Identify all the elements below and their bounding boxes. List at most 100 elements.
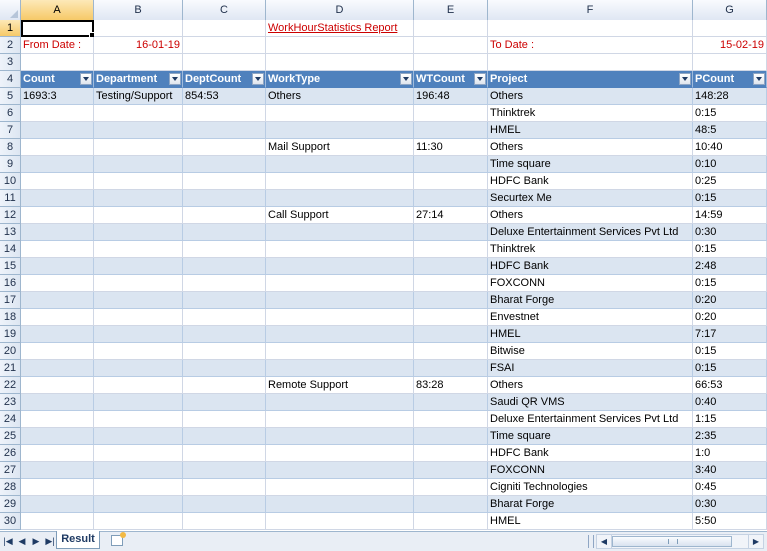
cell-d[interactable]	[266, 360, 414, 377]
cell-d[interactable]	[266, 479, 414, 496]
cell-g[interactable]: 3:40	[693, 462, 767, 479]
autofilter-dropdown-icon[interactable]	[753, 73, 765, 85]
cell-d[interactable]	[266, 513, 414, 530]
column-header-a[interactable]: A	[21, 0, 94, 20]
cell-f[interactable]: FOXCONN	[488, 275, 693, 292]
row-header[interactable]: 14	[0, 241, 21, 258]
cell-e[interactable]	[414, 462, 488, 479]
cell-c[interactable]	[183, 479, 266, 496]
cell-a[interactable]	[21, 343, 94, 360]
row-header[interactable]: 24	[0, 411, 21, 428]
cell-a[interactable]	[21, 496, 94, 513]
cell-b[interactable]	[94, 462, 183, 479]
scroll-left-icon[interactable]: ◀	[597, 535, 612, 548]
cell-d[interactable]	[266, 190, 414, 207]
cell-b[interactable]	[94, 105, 183, 122]
cell-a[interactable]	[21, 54, 94, 71]
cell-c[interactable]	[183, 207, 266, 224]
sheet-tab-result[interactable]: Result	[56, 531, 100, 549]
cell-b[interactable]	[94, 292, 183, 309]
last-sheet-icon[interactable]: ▶|	[44, 535, 56, 548]
cell-f[interactable]: Bharat Forge	[488, 292, 693, 309]
cell-e[interactable]	[414, 190, 488, 207]
cell-g[interactable]: 0:15	[693, 105, 767, 122]
autofilter-dropdown-icon[interactable]	[169, 73, 181, 85]
cell-e[interactable]	[414, 496, 488, 513]
cell-a[interactable]	[21, 190, 94, 207]
first-sheet-icon[interactable]: |◀	[2, 535, 14, 548]
cell-e[interactable]	[414, 20, 488, 37]
cell-b[interactable]	[94, 360, 183, 377]
cell-c[interactable]	[183, 139, 266, 156]
cell-f[interactable]: Cigniti Technologies	[488, 479, 693, 496]
row-header[interactable]: 10	[0, 173, 21, 190]
row-header[interactable]: 16	[0, 275, 21, 292]
cell-d[interactable]	[266, 445, 414, 462]
cell-b[interactable]	[94, 411, 183, 428]
cell-g[interactable]: 0:25	[693, 173, 767, 190]
cell-f[interactable]: Saudi QR VMS	[488, 394, 693, 411]
table-header-pcount[interactable]: PCount	[693, 71, 767, 88]
cell-e[interactable]	[414, 122, 488, 139]
row-header[interactable]: 21	[0, 360, 21, 377]
row-header[interactable]: 22	[0, 377, 21, 394]
from-date-value[interactable]: 16-01-19	[94, 37, 183, 54]
column-header-e[interactable]: E	[414, 0, 488, 20]
cell-e[interactable]	[414, 445, 488, 462]
cell-e[interactable]	[414, 309, 488, 326]
scroll-right-icon[interactable]: ▶	[748, 535, 763, 548]
cell-d[interactable]: Others	[266, 88, 414, 105]
cell-a[interactable]	[21, 275, 94, 292]
cell-c[interactable]	[183, 122, 266, 139]
cell-c[interactable]	[183, 326, 266, 343]
cell-f[interactable]: HDFC Bank	[488, 258, 693, 275]
cell-b[interactable]	[94, 377, 183, 394]
cell-d[interactable]	[266, 496, 414, 513]
cell-c[interactable]	[183, 462, 266, 479]
insert-worksheet-button[interactable]	[103, 532, 133, 549]
cell-g[interactable]: 1:0	[693, 445, 767, 462]
cell-c[interactable]	[183, 309, 266, 326]
row-header[interactable]: 1	[0, 20, 21, 37]
cell-a[interactable]	[21, 462, 94, 479]
cell-d[interactable]	[266, 241, 414, 258]
cell-c[interactable]	[183, 394, 266, 411]
cell-b[interactable]	[94, 258, 183, 275]
row-header[interactable]: 8	[0, 139, 21, 156]
cell-e[interactable]: 83:28	[414, 377, 488, 394]
cell-d[interactable]	[266, 173, 414, 190]
from-date-label[interactable]: From Date :	[21, 37, 94, 54]
cell-f[interactable]: Envestnet	[488, 309, 693, 326]
cell-a[interactable]	[21, 207, 94, 224]
cell-a[interactable]	[21, 326, 94, 343]
cell-a[interactable]	[21, 377, 94, 394]
cell-a[interactable]	[21, 411, 94, 428]
prev-sheet-icon[interactable]: ◀	[16, 535, 28, 548]
row-header[interactable]: 5	[0, 88, 21, 105]
cell-b[interactable]	[94, 241, 183, 258]
row-header[interactable]: 6	[0, 105, 21, 122]
next-sheet-icon[interactable]: ▶	[30, 535, 42, 548]
cell-f[interactable]: Time square	[488, 156, 693, 173]
cell-g[interactable]: 10:40	[693, 139, 767, 156]
cell-f[interactable]: Thinktrek	[488, 105, 693, 122]
cell-f[interactable]: HMEL	[488, 326, 693, 343]
row-header[interactable]: 20	[0, 343, 21, 360]
cell-d[interactable]	[266, 309, 414, 326]
row-header[interactable]: 27	[0, 462, 21, 479]
row-header[interactable]: 15	[0, 258, 21, 275]
cell-f[interactable]: Bitwise	[488, 343, 693, 360]
cell-d[interactable]: Remote Support	[266, 377, 414, 394]
row-header[interactable]: 28	[0, 479, 21, 496]
cell-g[interactable]: 0:15	[693, 343, 767, 360]
report-title[interactable]: WorkHourStatistics Report	[266, 20, 414, 37]
cell-g[interactable]: 148:28	[693, 88, 767, 105]
cell-b[interactable]	[94, 54, 183, 71]
cell-b[interactable]	[94, 173, 183, 190]
cell-e[interactable]	[414, 105, 488, 122]
cell-c[interactable]	[183, 156, 266, 173]
row-header[interactable]: 12	[0, 207, 21, 224]
cell-c[interactable]	[183, 513, 266, 530]
autofilter-dropdown-icon[interactable]	[474, 73, 486, 85]
cell-g[interactable]: 0:30	[693, 224, 767, 241]
